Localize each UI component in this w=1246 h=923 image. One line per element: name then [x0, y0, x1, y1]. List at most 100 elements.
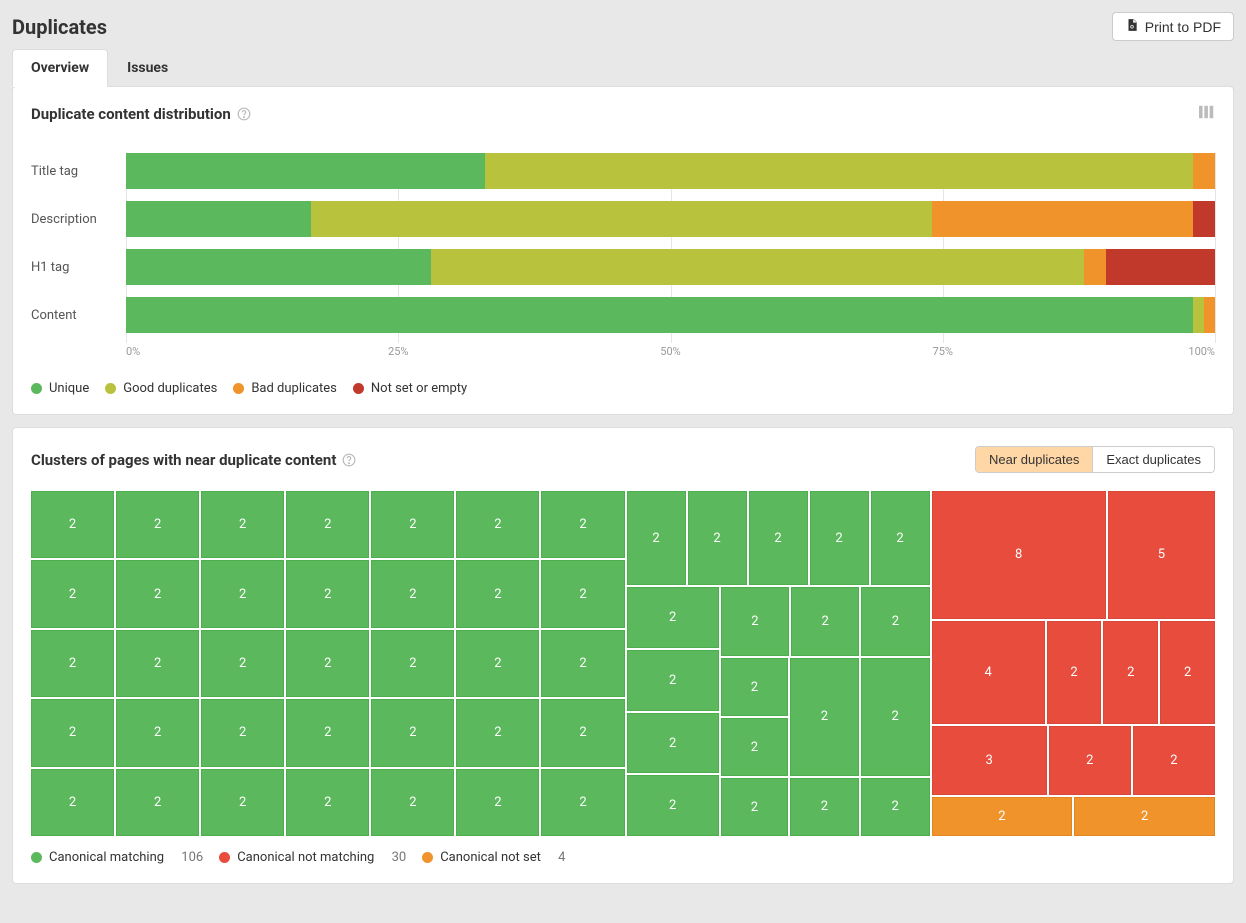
help-icon[interactable] [342, 453, 356, 467]
bar-row-content: Content [126, 297, 1215, 333]
axis-tick: 100% [1188, 345, 1215, 358]
cluster-cell[interactable]: 2 [541, 769, 624, 836]
cluster-cell[interactable]: 2 [201, 699, 284, 766]
cluster-cell[interactable]: 2 [201, 491, 284, 558]
cluster-cell[interactable]: 2 [31, 699, 114, 766]
cluster-cell[interactable]: 2 [116, 769, 199, 836]
cluster-cell[interactable]: 2 [541, 699, 624, 766]
cluster-cell[interactable]: 2 [1133, 726, 1215, 795]
cluster-cell[interactable]: 2 [371, 769, 454, 836]
cluster-cell[interactable]: 2 [861, 778, 930, 837]
file-pdf-icon [1125, 18, 1139, 35]
seg-unique[interactable] [126, 201, 311, 237]
cluster-cell[interactable]: 2 [1103, 621, 1158, 724]
cluster-cell[interactable]: 2 [31, 491, 114, 558]
seg-unique[interactable] [126, 249, 431, 285]
cluster-cell[interactable]: 2 [371, 491, 454, 558]
cluster-cell[interactable]: 2 [371, 630, 454, 697]
cluster-cell[interactable]: 2 [31, 769, 114, 836]
seg-bad[interactable] [932, 201, 1193, 237]
legend-canonical-matching[interactable]: Canonical matching 106 [31, 850, 203, 865]
cluster-cell[interactable]: 5 [1108, 491, 1215, 619]
legend-unique[interactable]: Unique [31, 381, 89, 396]
cluster-cell[interactable]: 2 [371, 699, 454, 766]
cluster-cell[interactable]: 2 [456, 769, 539, 836]
bar-row-titletag: Title tag [126, 153, 1215, 189]
cluster-cell[interactable]: 2 [456, 699, 539, 766]
seg-unique[interactable] [126, 297, 1193, 333]
cluster-cell[interactable]: 2 [541, 560, 624, 627]
seg-notset[interactable] [1193, 201, 1215, 237]
legend-canonical-not-set[interactable]: Canonical not set 4 [422, 850, 565, 865]
seg-bad[interactable] [1193, 153, 1215, 189]
bar-label: Description [31, 212, 121, 227]
bar-row-h1tag: H1 tag [126, 249, 1215, 285]
seg-good[interactable] [485, 153, 1193, 189]
cluster-cell[interactable]: 2 [627, 775, 719, 836]
cluster-cell[interactable]: 2 [627, 650, 719, 711]
cluster-cell[interactable]: 2 [721, 587, 789, 656]
cluster-cell[interactable]: 2 [456, 630, 539, 697]
seg-good[interactable] [431, 249, 1084, 285]
cluster-cell[interactable]: 2 [1049, 726, 1131, 795]
cluster-cell[interactable]: 2 [371, 560, 454, 627]
tab-issues[interactable]: Issues [108, 49, 187, 87]
exact-duplicates-toggle[interactable]: Exact duplicates [1092, 447, 1214, 472]
cluster-cell[interactable]: 2 [116, 560, 199, 627]
cluster-cell[interactable]: 2 [116, 699, 199, 766]
cluster-cell[interactable]: 2 [810, 491, 869, 585]
cluster-cell[interactable]: 2 [1074, 797, 1215, 836]
cluster-cell[interactable]: 2 [456, 491, 539, 558]
cluster-cell[interactable]: 2 [790, 778, 859, 837]
cluster-cell[interactable]: 3 [932, 726, 1047, 795]
cluster-cell[interactable]: 2 [721, 658, 788, 716]
seg-good[interactable] [311, 201, 932, 237]
cluster-cell[interactable]: 2 [286, 491, 369, 558]
cluster-cell[interactable]: 2 [627, 587, 719, 648]
cluster-cell[interactable]: 2 [688, 491, 747, 585]
cluster-cell[interactable]: 2 [201, 769, 284, 836]
cluster-cell[interactable]: 2 [1160, 621, 1215, 724]
cluster-cell[interactable]: 2 [721, 778, 788, 836]
cluster-cell[interactable]: 2 [932, 797, 1073, 836]
cluster-cell[interactable]: 2 [1047, 621, 1102, 724]
cluster-cell[interactable]: 4 [932, 621, 1045, 724]
cluster-cell[interactable]: 2 [286, 699, 369, 766]
cluster-cell[interactable]: 2 [627, 491, 686, 585]
cluster-cell[interactable]: 2 [791, 587, 859, 656]
cluster-cell[interactable]: 2 [861, 658, 930, 775]
cluster-cell[interactable]: 2 [790, 658, 859, 775]
tab-overview[interactable]: Overview [12, 49, 108, 87]
help-icon[interactable] [237, 107, 251, 121]
cluster-cell[interactable]: 2 [541, 491, 624, 558]
cluster-cell[interactable]: 2 [31, 630, 114, 697]
legend-good[interactable]: Good duplicates [105, 381, 217, 396]
seg-bad[interactable] [1084, 249, 1106, 285]
cluster-cell[interactable]: 2 [201, 630, 284, 697]
cluster-cell[interactable]: 2 [116, 491, 199, 558]
seg-bad[interactable] [1204, 297, 1215, 333]
cluster-cell[interactable]: 2 [286, 630, 369, 697]
cluster-cell[interactable]: 2 [861, 587, 929, 656]
cluster-cell[interactable]: 2 [749, 491, 808, 585]
legend-canonical-not-matching[interactable]: Canonical not matching 30 [219, 850, 406, 865]
seg-notset[interactable] [1106, 249, 1215, 285]
near-duplicates-toggle[interactable]: Near duplicates [976, 447, 1092, 472]
legend-notset[interactable]: Not set or empty [353, 381, 467, 396]
cluster-cell[interactable]: 2 [201, 560, 284, 627]
cluster-cell[interactable]: 2 [456, 560, 539, 627]
cluster-cell[interactable]: 2 [627, 713, 719, 774]
cluster-cell[interactable]: 2 [541, 630, 624, 697]
cluster-cell[interactable]: 2 [871, 491, 930, 585]
cluster-cell[interactable]: 2 [286, 560, 369, 627]
cluster-cell[interactable]: 2 [116, 630, 199, 697]
legend-bad[interactable]: Bad duplicates [233, 381, 337, 396]
seg-unique[interactable] [126, 153, 485, 189]
seg-good[interactable] [1193, 297, 1204, 333]
cluster-cell[interactable]: 2 [721, 718, 788, 776]
print-to-pdf-button[interactable]: Print to PDF [1112, 12, 1234, 41]
column-settings-icon[interactable] [1199, 105, 1215, 123]
cluster-cell[interactable]: 8 [932, 491, 1106, 619]
cluster-cell[interactable]: 2 [31, 560, 114, 627]
cluster-cell[interactable]: 2 [286, 769, 369, 836]
